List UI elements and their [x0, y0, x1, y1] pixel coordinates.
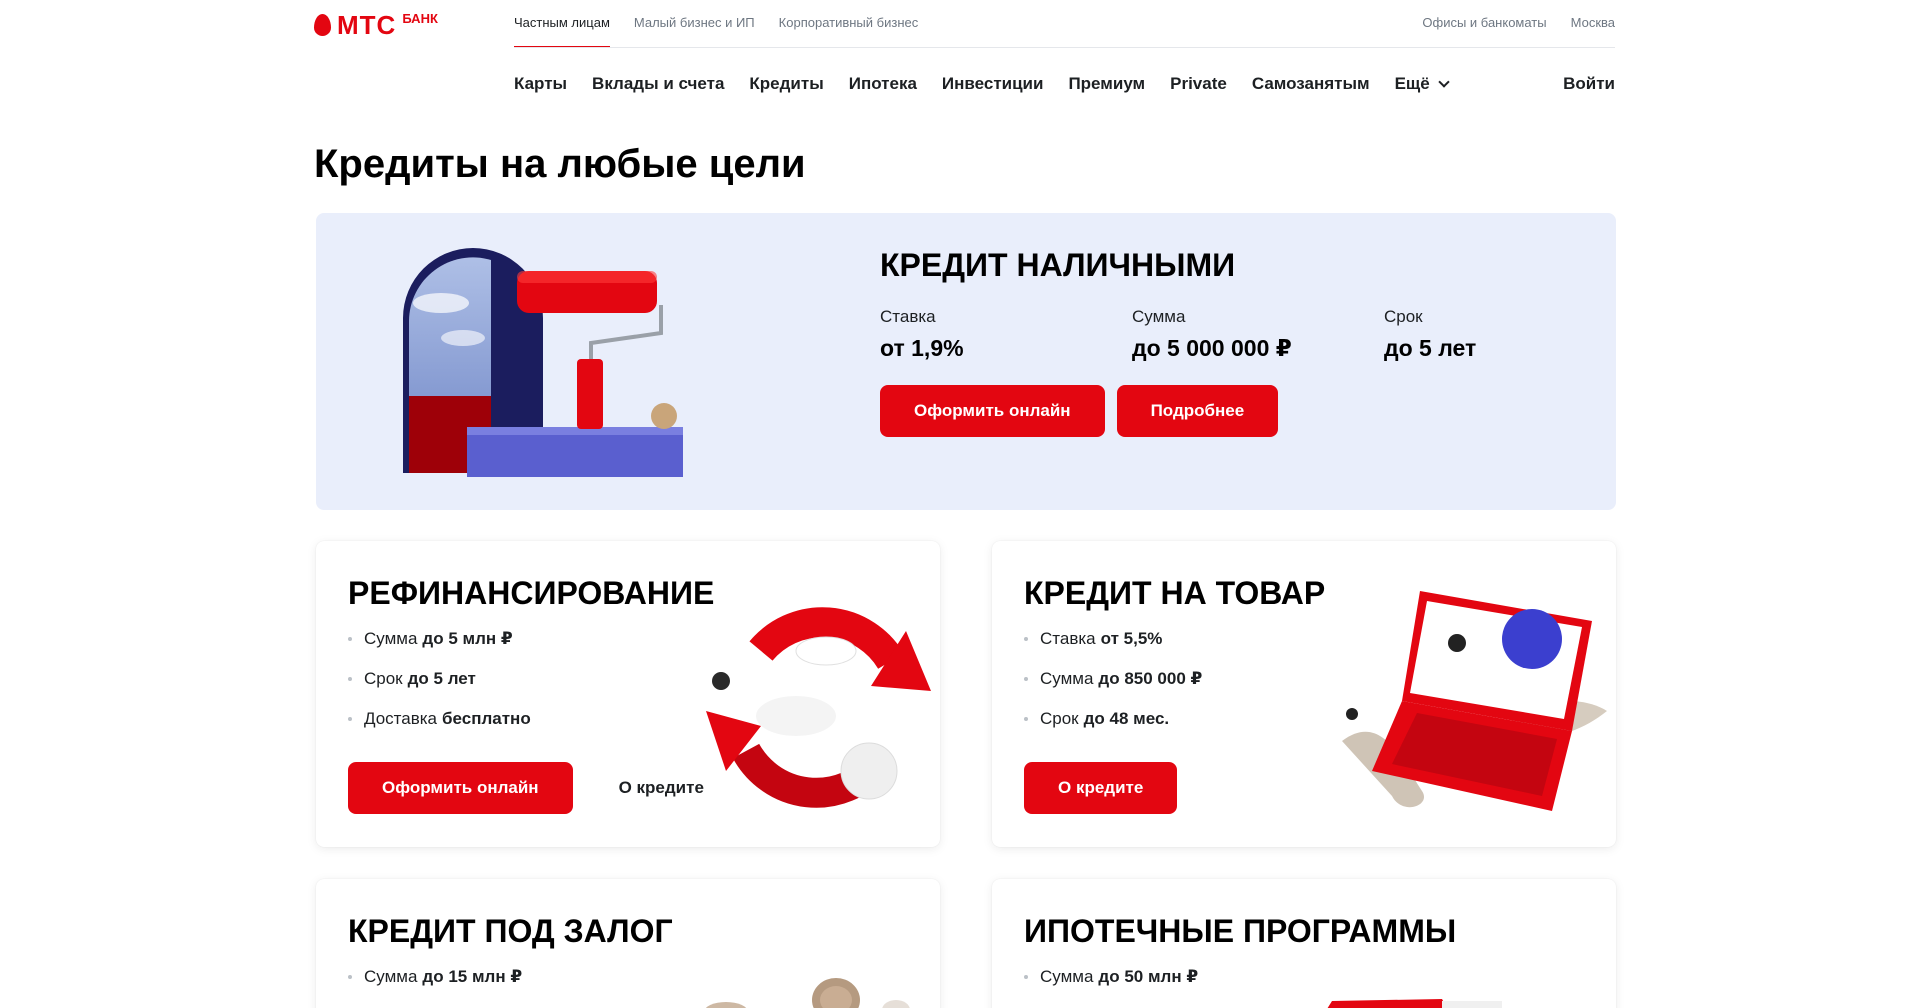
about-credit-button[interactable]: О кредите [1024, 762, 1178, 814]
list-item: Доставка бесплатно [348, 707, 531, 731]
list-item: Ставка от 5,5% [1024, 627, 1202, 651]
bullet-icon [348, 717, 352, 721]
nav-item-more[interactable]: Ещё [1394, 70, 1450, 98]
details-button[interactable]: Подробнее [1116, 385, 1279, 437]
login-button[interactable]: Войти [1563, 70, 1615, 98]
laptop-illustration [1342, 591, 1607, 811]
apply-online-button[interactable]: Оформить онлайн [880, 385, 1105, 437]
list-item: Сумма до 850 000 ₽ [1024, 667, 1202, 691]
card-features: Сумма до 15 млн ₽ [348, 965, 522, 1005]
paint-roller-illustration [403, 248, 683, 477]
bullet-icon [348, 677, 352, 681]
feature-value: до 5 млн ₽ [422, 629, 513, 648]
bullet-icon [1024, 637, 1028, 641]
feature-label: Сумма [1040, 967, 1094, 986]
feature-value: до 5 лет [407, 669, 476, 688]
feature-label: Сумма [364, 629, 418, 648]
card-actions: О кредите [1024, 762, 1178, 814]
nav-item-private[interactable]: Private [1170, 70, 1227, 98]
refinance-arrows-illustration [706, 607, 931, 808]
card-title: КРЕДИТ НА ТОВАР [1024, 575, 1326, 611]
hero-title: КРЕДИТ НАЛИЧНЫМИ [880, 247, 1236, 283]
feature-label: Сумма [1040, 669, 1094, 688]
spec-label: Сумма [1132, 307, 1186, 326]
feature-value: до 850 000 ₽ [1098, 669, 1203, 688]
secured-loan-card: КРЕДИТ ПОД ЗАЛОГ Сумма до 15 млн ₽ [316, 879, 940, 1008]
spec-label: Срок [1384, 307, 1423, 326]
chevron-down-icon [1438, 76, 1450, 88]
nav-item-credits[interactable]: Кредиты [749, 70, 823, 98]
logo-brand: МТС [337, 10, 397, 40]
bullet-icon [1024, 717, 1028, 721]
feature-label: Срок [364, 669, 403, 688]
spec-label: Ставка [880, 307, 936, 326]
feature-value: от 5,5% [1100, 629, 1163, 648]
spec-term: Срок до 5 лет [1384, 305, 1636, 365]
bullet-icon [348, 975, 352, 979]
card-actions: Оформить онлайн О кредите [348, 762, 724, 814]
list-item: Сумма до 5 млн ₽ [348, 627, 531, 651]
refinancing-card: РЕФИНАНСИРОВАНИЕ Сумма до 5 млн ₽ Срок до … [316, 541, 940, 847]
segment-tab-corporate[interactable]: Корпоративный бизнес [779, 0, 919, 48]
nav-item-more-label: Ещё [1394, 74, 1430, 93]
list-item: Срок до 48 мес. [1024, 707, 1202, 731]
nav-item-cards[interactable]: Карты [514, 70, 567, 98]
nav-item-deposits[interactable]: Вклады и счета [592, 70, 724, 98]
feature-label: Ставка [1040, 629, 1096, 648]
spec-amount: Сумма до 5 000 000 ₽ [1132, 305, 1384, 365]
goods-loan-card: КРЕДИТ НА ТОВАР Ставка от 5,5% Сумма до 85… [992, 541, 1616, 847]
card-title: КРЕДИТ ПОД ЗАЛОГ [348, 913, 673, 949]
bullet-icon [348, 637, 352, 641]
header-divider [514, 47, 1615, 48]
segment-nav: Частным лицам Малый бизнес и ИП Корпорат… [514, 0, 918, 48]
segment-tab-small-business[interactable]: Малый бизнес и ИП [634, 0, 755, 48]
bullet-icon [1024, 975, 1028, 979]
feature-label: Доставка [364, 709, 438, 728]
hero-actions: Оформить онлайн Подробнее [880, 385, 1279, 437]
card-title: РЕФИНАНСИРОВАНИЕ [348, 575, 715, 611]
city-selector[interactable]: Москва [1571, 0, 1615, 46]
feature-label: Срок [1040, 709, 1079, 728]
apply-online-button[interactable]: Оформить онлайн [348, 762, 573, 814]
mortgage-programs-card: ИПОТЕЧНЫЕ ПРОГРАММЫ Сумма до 50 млн ₽ [992, 879, 1616, 1008]
logo-sub: БАНК [402, 11, 438, 26]
offices-link[interactable]: Офисы и банкоматы [1422, 0, 1546, 46]
feature-value: до 50 млн ₽ [1098, 967, 1199, 986]
spec-rate: Ставка от 1,9% [880, 305, 1132, 365]
house-illustration [1327, 999, 1502, 1008]
feature-label: Сумма [364, 967, 418, 986]
feature-value: до 15 млн ₽ [422, 967, 523, 986]
mts-egg-icon [314, 14, 331, 36]
mts-bank-logo[interactable]: МТС БАНК [314, 12, 438, 38]
segment-tab-individuals[interactable]: Частным лицам [514, 0, 610, 48]
list-item: Срок до 5 лет [348, 667, 531, 691]
list-item: Сумма до 50 млн ₽ [1024, 965, 1198, 989]
page-title: Кредиты на любые цели [314, 142, 806, 186]
spec-value: до 5 лет [1384, 335, 1477, 361]
card-features: Ставка от 5,5% Сумма до 850 000 ₽ Срок до 4… [1024, 627, 1202, 747]
bullet-icon [1024, 677, 1028, 681]
main-nav: Карты Вклады и счета Кредиты Ипотека Инв… [514, 70, 1450, 98]
spec-value: до 5 000 000 ₽ [1132, 335, 1292, 361]
nav-item-investments[interactable]: Инвестиции [942, 70, 1044, 98]
nav-item-premium[interactable]: Премиум [1068, 70, 1145, 98]
spec-value: от 1,9% [880, 335, 964, 361]
hero-specs: Ставка от 1,9% Сумма до 5 000 000 ₽ Срок… [880, 305, 1636, 365]
coins-illustration [705, 978, 910, 1008]
card-features: Сумма до 5 млн ₽ Срок до 5 лет Доставка бес… [348, 627, 531, 747]
card-title: ИПОТЕЧНЫЕ ПРОГРАММЫ [1024, 913, 1457, 949]
cash-loan-card: КРЕДИТ НАЛИЧНЫМИ Ставка от 1,9% Сумма до… [316, 213, 1616, 510]
card-features: Сумма до 50 млн ₽ [1024, 965, 1198, 1005]
list-item: Сумма до 15 млн ₽ [348, 965, 522, 989]
nav-item-mortgage[interactable]: Ипотека [849, 70, 917, 98]
feature-value: до 48 мес. [1083, 709, 1170, 728]
feature-value: бесплатно [442, 709, 531, 728]
nav-item-self-employed[interactable]: Самозанятым [1252, 70, 1370, 98]
header-utilities: Офисы и банкоматы Москва [1422, 0, 1615, 46]
